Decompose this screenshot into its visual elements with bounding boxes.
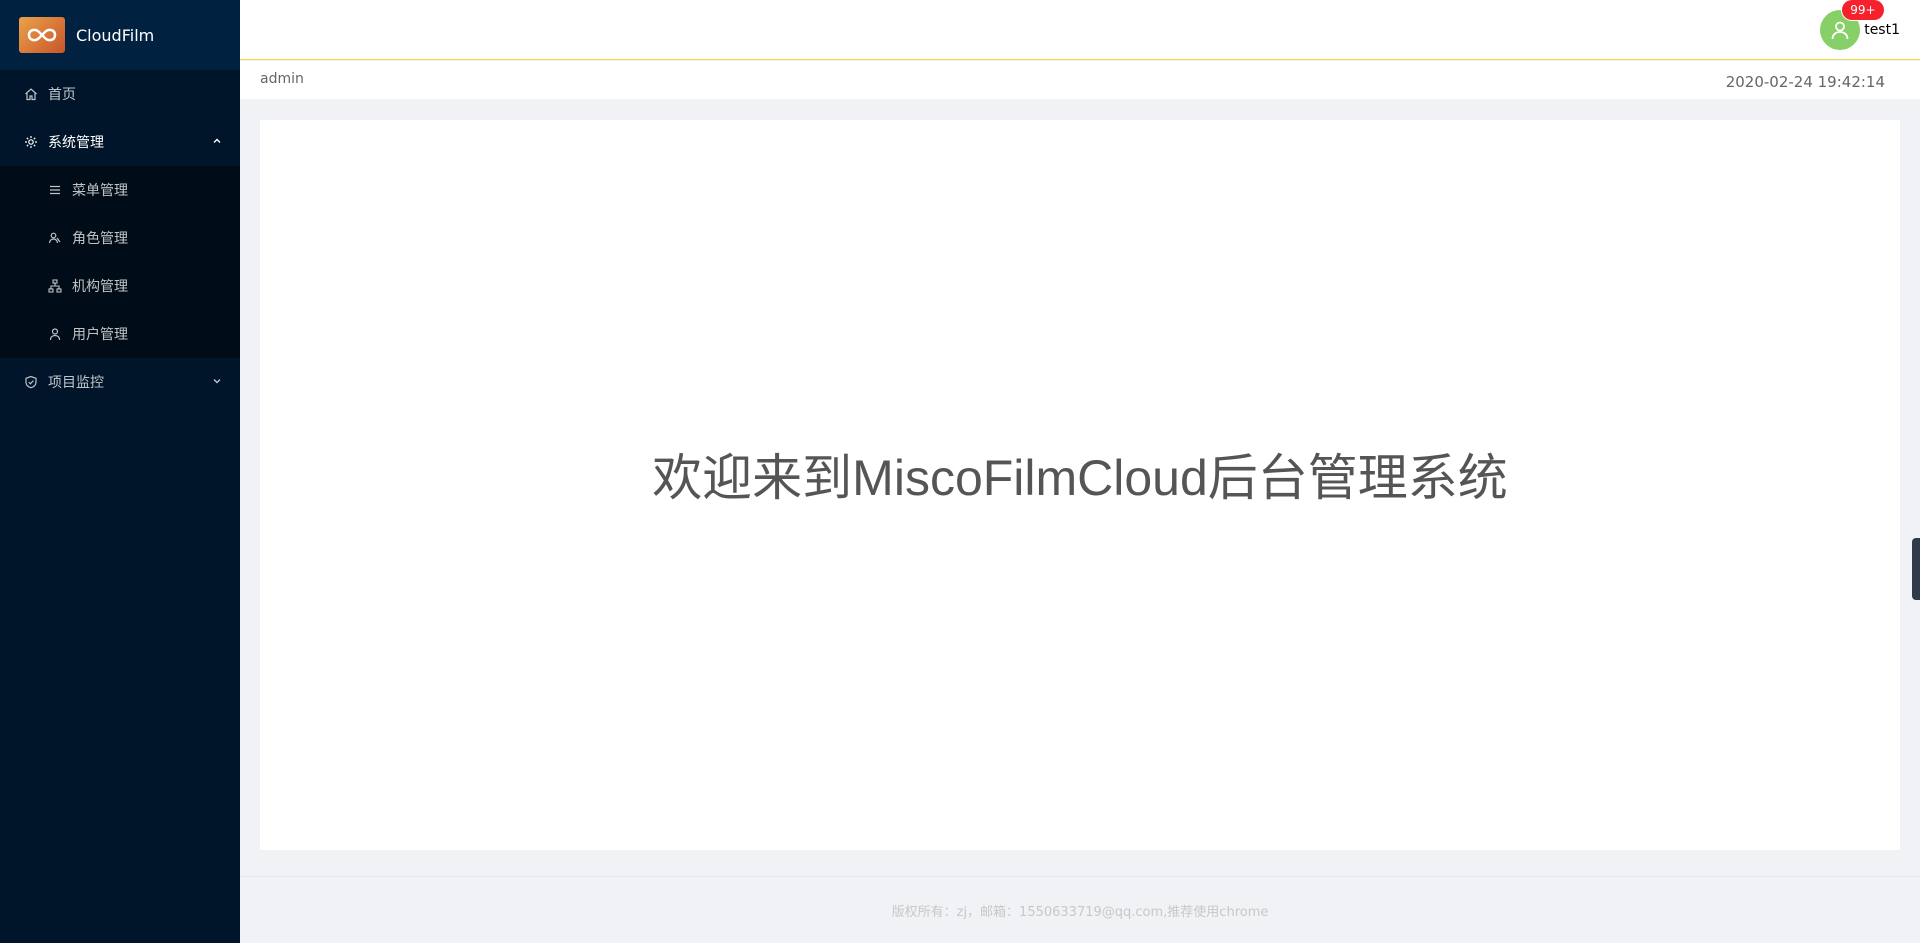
sidebar: CloudFilm 首页 系统管理 菜单管理 角色管理 机构管理 用户管理 项目… (0, 0, 240, 943)
sidebar-item-org-management[interactable]: 机构管理 (0, 262, 240, 310)
chevron-up-icon (212, 136, 222, 146)
submenu-system: 菜单管理 角色管理 机构管理 用户管理 (0, 166, 240, 358)
menu-icon (48, 183, 62, 197)
top-header: 99+ test1 (240, 0, 1920, 60)
logo-area[interactable]: CloudFilm (0, 0, 240, 70)
app-title: CloudFilm (76, 25, 155, 45)
current-datetime: 2020-02-24 19:42:14 (1725, 73, 1885, 91)
sidebar-item-label: 首页 (48, 87, 76, 103)
sidebar-item-label: 系统管理 (48, 135, 104, 151)
user-avatar-icon (1831, 21, 1849, 40)
org-icon (48, 279, 62, 293)
sidebar-item-system[interactable]: 系统管理 (0, 118, 240, 166)
footer-text: 版权所有：zj，邮箱：1550633719@qq.com,推荐使用chrome (891, 905, 1269, 920)
avatar[interactable]: 99+ (1820, 0, 1884, 50)
sidebar-item-role-management[interactable]: 角色管理 (0, 214, 240, 262)
sidebar-item-label: 角色管理 (72, 231, 128, 247)
main-content: 欢迎来到MiscoFilmCloud后台管理系统 (260, 120, 1900, 850)
notification-badge: 99+ (1842, 0, 1884, 20)
sidebar-item-label: 项目监控 (48, 375, 104, 391)
home-icon (24, 87, 38, 101)
breadcrumb-bar: admin 2020-02-24 19:42:14 (240, 61, 1920, 99)
user-menu[interactable]: 99+ test1 (1820, 0, 1900, 50)
sidebar-item-home[interactable]: 首页 (0, 70, 240, 118)
sidebar-item-project-monitor[interactable]: 项目监控 (0, 358, 240, 406)
username[interactable]: test1 (1864, 22, 1900, 38)
user-icon (48, 327, 62, 341)
sidebar-item-label: 菜单管理 (72, 183, 128, 199)
sidebar-item-menu-management[interactable]: 菜单管理 (0, 166, 240, 214)
role-icon (48, 231, 62, 245)
sidebar-item-label: 用户管理 (72, 327, 128, 343)
footer: 版权所有：zj，邮箱：1550633719@qq.com,推荐使用chrome (240, 876, 1920, 943)
breadcrumb: admin (260, 71, 304, 87)
chevron-down-icon (212, 376, 222, 386)
sidebar-item-user-management[interactable]: 用户管理 (0, 310, 240, 358)
side-drawer-handle[interactable] (1912, 538, 1920, 600)
welcome-message: 欢迎来到MiscoFilmCloud后台管理系统 (652, 450, 1508, 506)
gear-icon (24, 135, 38, 149)
sidebar-item-label: 机构管理 (72, 279, 128, 295)
logo-icon (19, 17, 65, 53)
shield-icon (24, 375, 38, 389)
